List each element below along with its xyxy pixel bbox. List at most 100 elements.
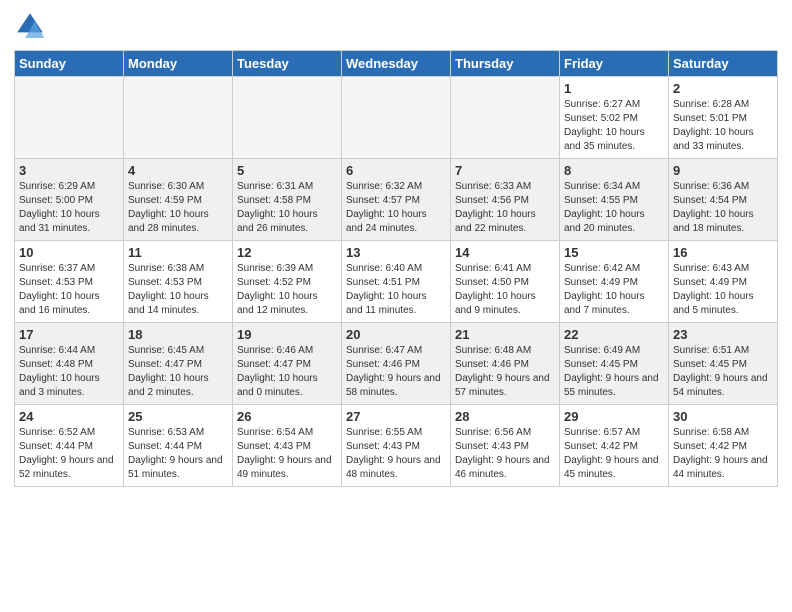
day-number: 14 bbox=[455, 245, 555, 260]
calendar-cell: 20 Sunrise: 6:47 AM Sunset: 4:46 PM Dayli… bbox=[342, 323, 451, 405]
day-info: Sunrise: 6:38 AM Sunset: 4:53 PM Dayligh… bbox=[128, 262, 228, 318]
day-info: Sunrise: 6:58 AM Sunset: 4:42 PM Dayligh… bbox=[673, 426, 773, 482]
day-info: Sunrise: 6:39 AM Sunset: 4:52 PM Dayligh… bbox=[237, 262, 337, 318]
day-number: 20 bbox=[346, 327, 446, 342]
day-info: Sunrise: 6:32 AM Sunset: 4:57 PM Dayligh… bbox=[346, 180, 446, 236]
weekday-header-thursday: Thursday bbox=[451, 51, 560, 77]
day-info: Sunrise: 6:40 AM Sunset: 4:51 PM Dayligh… bbox=[346, 262, 446, 318]
day-number: 21 bbox=[455, 327, 555, 342]
calendar-cell: 16 Sunrise: 6:43 AM Sunset: 4:49 PM Dayli… bbox=[669, 241, 778, 323]
day-info: Sunrise: 6:31 AM Sunset: 4:58 PM Dayligh… bbox=[237, 180, 337, 236]
day-number: 15 bbox=[564, 245, 664, 260]
weekday-header-saturday: Saturday bbox=[669, 51, 778, 77]
weekday-header-sunday: Sunday bbox=[15, 51, 124, 77]
day-number: 1 bbox=[564, 81, 664, 96]
logo-icon bbox=[14, 10, 46, 42]
day-number: 8 bbox=[564, 163, 664, 178]
day-info: Sunrise: 6:37 AM Sunset: 4:53 PM Dayligh… bbox=[19, 262, 119, 318]
calendar-cell: 10 Sunrise: 6:37 AM Sunset: 4:53 PM Dayli… bbox=[15, 241, 124, 323]
logo bbox=[14, 10, 50, 42]
day-number: 28 bbox=[455, 409, 555, 424]
day-info: Sunrise: 6:41 AM Sunset: 4:50 PM Dayligh… bbox=[455, 262, 555, 318]
day-info: Sunrise: 6:30 AM Sunset: 4:59 PM Dayligh… bbox=[128, 180, 228, 236]
calendar-week-3: 10 Sunrise: 6:37 AM Sunset: 4:53 PM Dayli… bbox=[15, 241, 778, 323]
calendar-cell: 13 Sunrise: 6:40 AM Sunset: 4:51 PM Dayli… bbox=[342, 241, 451, 323]
day-info: Sunrise: 6:48 AM Sunset: 4:46 PM Dayligh… bbox=[455, 344, 555, 400]
day-number: 11 bbox=[128, 245, 228, 260]
day-number: 6 bbox=[346, 163, 446, 178]
calendar-cell bbox=[15, 77, 124, 159]
calendar-cell: 6 Sunrise: 6:32 AM Sunset: 4:57 PM Daylig… bbox=[342, 159, 451, 241]
calendar-cell: 19 Sunrise: 6:46 AM Sunset: 4:47 PM Dayli… bbox=[233, 323, 342, 405]
day-number: 13 bbox=[346, 245, 446, 260]
calendar-week-2: 3Sunrise: 6:29 AM Sunset: 5:00 PM Daylig… bbox=[15, 159, 778, 241]
calendar-cell bbox=[124, 77, 233, 159]
calendar-cell bbox=[451, 77, 560, 159]
calendar-cell: 24 Sunrise: 6:52 AM Sunset: 4:44 PM Dayli… bbox=[15, 405, 124, 487]
day-info: Sunrise: 6:27 AM Sunset: 5:02 PM Dayligh… bbox=[564, 98, 664, 154]
day-info: Sunrise: 6:33 AM Sunset: 4:56 PM Dayligh… bbox=[455, 180, 555, 236]
calendar-cell: 21 Sunrise: 6:48 AM Sunset: 4:46 PM Dayli… bbox=[451, 323, 560, 405]
day-info: Sunrise: 6:36 AM Sunset: 4:54 PM Dayligh… bbox=[673, 180, 773, 236]
day-number: 16 bbox=[673, 245, 773, 260]
weekday-header-wednesday: Wednesday bbox=[342, 51, 451, 77]
header bbox=[14, 10, 778, 42]
day-info: Sunrise: 6:45 AM Sunset: 4:47 PM Dayligh… bbox=[128, 344, 228, 400]
day-number: 12 bbox=[237, 245, 337, 260]
page: SundayMondayTuesdayWednesdayThursdayFrid… bbox=[0, 0, 792, 497]
calendar-cell: 28 Sunrise: 6:56 AM Sunset: 4:43 PM Dayli… bbox=[451, 405, 560, 487]
day-number: 3 bbox=[19, 163, 119, 178]
day-number: 30 bbox=[673, 409, 773, 424]
calendar-cell: 17 Sunrise: 6:44 AM Sunset: 4:48 PM Dayli… bbox=[15, 323, 124, 405]
day-number: 5 bbox=[237, 163, 337, 178]
day-info: Sunrise: 6:43 AM Sunset: 4:49 PM Dayligh… bbox=[673, 262, 773, 318]
calendar-cell: 30 Sunrise: 6:58 AM Sunset: 4:42 PM Dayli… bbox=[669, 405, 778, 487]
day-info: Sunrise: 6:42 AM Sunset: 4:49 PM Dayligh… bbox=[564, 262, 664, 318]
day-info: Sunrise: 6:52 AM Sunset: 4:44 PM Dayligh… bbox=[19, 426, 119, 482]
day-number: 9 bbox=[673, 163, 773, 178]
day-number: 19 bbox=[237, 327, 337, 342]
calendar-cell: 3Sunrise: 6:29 AM Sunset: 5:00 PM Daylig… bbox=[15, 159, 124, 241]
calendar-cell: 2Sunrise: 6:28 AM Sunset: 5:01 PM Daylig… bbox=[669, 77, 778, 159]
day-info: Sunrise: 6:34 AM Sunset: 4:55 PM Dayligh… bbox=[564, 180, 664, 236]
calendar-cell: 7 Sunrise: 6:33 AM Sunset: 4:56 PM Daylig… bbox=[451, 159, 560, 241]
day-number: 24 bbox=[19, 409, 119, 424]
calendar-cell: 23 Sunrise: 6:51 AM Sunset: 4:45 PM Dayli… bbox=[669, 323, 778, 405]
day-number: 17 bbox=[19, 327, 119, 342]
day-number: 22 bbox=[564, 327, 664, 342]
day-number: 4 bbox=[128, 163, 228, 178]
day-info: Sunrise: 6:56 AM Sunset: 4:43 PM Dayligh… bbox=[455, 426, 555, 482]
day-number: 23 bbox=[673, 327, 773, 342]
calendar-cell: 15 Sunrise: 6:42 AM Sunset: 4:49 PM Dayli… bbox=[560, 241, 669, 323]
calendar-cell: 8 Sunrise: 6:34 AM Sunset: 4:55 PM Daylig… bbox=[560, 159, 669, 241]
calendar-body: 1 Sunrise: 6:27 AM Sunset: 5:02 PM Daylig… bbox=[15, 77, 778, 487]
day-number: 10 bbox=[19, 245, 119, 260]
day-info: Sunrise: 6:47 AM Sunset: 4:46 PM Dayligh… bbox=[346, 344, 446, 400]
calendar-cell bbox=[233, 77, 342, 159]
calendar-cell bbox=[342, 77, 451, 159]
weekday-header-friday: Friday bbox=[560, 51, 669, 77]
day-number: 26 bbox=[237, 409, 337, 424]
calendar-cell: 12 Sunrise: 6:39 AM Sunset: 4:52 PM Dayli… bbox=[233, 241, 342, 323]
day-number: 2 bbox=[673, 81, 773, 96]
day-number: 27 bbox=[346, 409, 446, 424]
calendar-table: SundayMondayTuesdayWednesdayThursdayFrid… bbox=[14, 50, 778, 487]
calendar-week-1: 1 Sunrise: 6:27 AM Sunset: 5:02 PM Daylig… bbox=[15, 77, 778, 159]
day-info: Sunrise: 6:44 AM Sunset: 4:48 PM Dayligh… bbox=[19, 344, 119, 400]
day-number: 7 bbox=[455, 163, 555, 178]
day-info: Sunrise: 6:46 AM Sunset: 4:47 PM Dayligh… bbox=[237, 344, 337, 400]
calendar-week-4: 17 Sunrise: 6:44 AM Sunset: 4:48 PM Dayli… bbox=[15, 323, 778, 405]
weekday-header-monday: Monday bbox=[124, 51, 233, 77]
calendar-header: SundayMondayTuesdayWednesdayThursdayFrid… bbox=[15, 51, 778, 77]
day-number: 29 bbox=[564, 409, 664, 424]
day-info: Sunrise: 6:51 AM Sunset: 4:45 PM Dayligh… bbox=[673, 344, 773, 400]
calendar-cell: 11 Sunrise: 6:38 AM Sunset: 4:53 PM Dayli… bbox=[124, 241, 233, 323]
calendar-cell: 9 Sunrise: 6:36 AM Sunset: 4:54 PM Daylig… bbox=[669, 159, 778, 241]
calendar-cell: 1 Sunrise: 6:27 AM Sunset: 5:02 PM Daylig… bbox=[560, 77, 669, 159]
calendar-cell: 29 Sunrise: 6:57 AM Sunset: 4:42 PM Dayli… bbox=[560, 405, 669, 487]
calendar-cell: 14 Sunrise: 6:41 AM Sunset: 4:50 PM Dayli… bbox=[451, 241, 560, 323]
calendar-week-5: 24 Sunrise: 6:52 AM Sunset: 4:44 PM Dayli… bbox=[15, 405, 778, 487]
calendar-cell: 18 Sunrise: 6:45 AM Sunset: 4:47 PM Dayli… bbox=[124, 323, 233, 405]
day-number: 18 bbox=[128, 327, 228, 342]
day-info: Sunrise: 6:57 AM Sunset: 4:42 PM Dayligh… bbox=[564, 426, 664, 482]
